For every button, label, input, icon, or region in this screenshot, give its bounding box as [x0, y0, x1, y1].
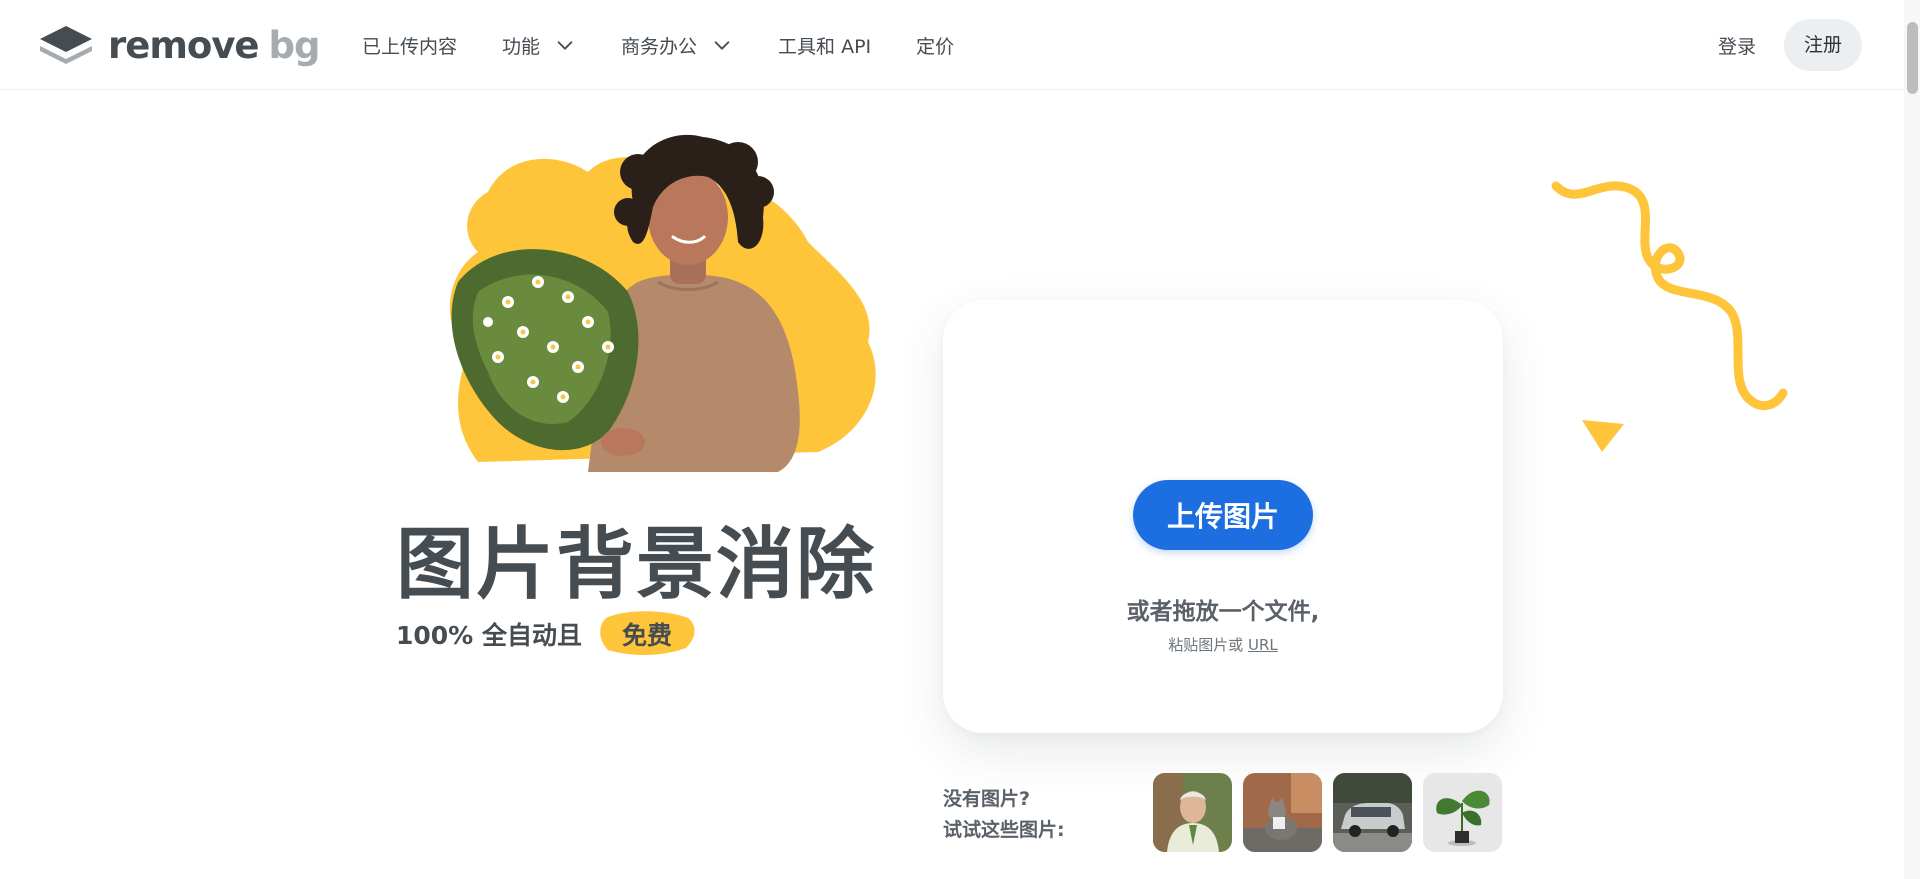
- upload-image-button[interactable]: 上传图片: [1133, 480, 1313, 550]
- hero-subtitle-text: 100% 全自动且: [396, 621, 582, 650]
- nav-features[interactable]: 功能: [502, 32, 576, 59]
- removebg-logo[interactable]: remove bg: [38, 22, 321, 68]
- logo-wordmark: remove bg: [108, 23, 321, 67]
- nav-pricing[interactable]: 定价: [916, 32, 954, 59]
- nav-uploads-label: 已上传内容: [362, 35, 458, 58]
- sample-person-thumbnail[interactable]: [1153, 773, 1232, 852]
- decorative-triangle: [1582, 420, 1624, 452]
- decorative-squiggle: [1551, 181, 1788, 411]
- sample-label-line1: 没有图片?: [943, 788, 1031, 810]
- sample-images-label: 没有图片? 试试这些图片:: [943, 784, 1065, 846]
- sample-car-thumbnail[interactable]: [1333, 773, 1412, 852]
- hero-subtitle: 100% 全自动且 免费: [396, 611, 695, 656]
- layers-logo-icon: [40, 26, 92, 64]
- sample-label-line2: 试试这些图片:: [943, 819, 1065, 841]
- free-badge: 免费: [600, 611, 695, 656]
- free-badge-label: 免费: [621, 621, 672, 650]
- hero-woman-with-flowers-image: [449, 134, 876, 472]
- paste-url-link[interactable]: URL: [1248, 636, 1278, 654]
- sample-images: [1153, 773, 1502, 852]
- signup-button[interactable]: 注册: [1783, 19, 1862, 71]
- nav-uploads[interactable]: 已上传内容: [362, 32, 457, 59]
- paste-hint-label: 粘贴图片或: [1168, 636, 1244, 654]
- hero-title: 图片背景消除: [396, 520, 877, 610]
- nav-business[interactable]: 商务办公: [621, 32, 733, 59]
- top-navbar: remove bg 已上传内容 功能 商务办公 工具和 API 定价 登录 注册: [0, 0, 1904, 90]
- sample-plant-thumbnail[interactable]: [1423, 773, 1502, 852]
- login-link[interactable]: 登录: [1718, 32, 1756, 59]
- scrollbar-thumb[interactable]: [1907, 22, 1918, 94]
- main-nav: 已上传内容 功能 商务办公 工具和 API 定价: [362, 0, 999, 90]
- paste-hint: 粘贴图片或 URL: [943, 634, 1503, 655]
- nav-features-label: 功能: [502, 35, 541, 58]
- chevron-down-icon: [557, 41, 573, 50]
- auth-actions: 登录 注册: [1718, 19, 1862, 71]
- upload-dropzone[interactable]: 上传图片 或者拖放一个文件, 粘贴图片或 URL: [943, 300, 1503, 733]
- sample-cat-thumbnail[interactable]: [1243, 773, 1322, 852]
- page-scrollbar[interactable]: [1904, 0, 1920, 879]
- drop-file-text: 或者拖放一个文件,: [1126, 599, 1320, 625]
- nav-business-label: 商务办公: [621, 35, 698, 58]
- chevron-down-icon: [714, 41, 730, 50]
- nav-pricing-label: 定价: [916, 35, 955, 58]
- nav-tools-api[interactable]: 工具和 API: [778, 32, 871, 59]
- nav-tools-api-label: 工具和 API: [778, 35, 872, 58]
